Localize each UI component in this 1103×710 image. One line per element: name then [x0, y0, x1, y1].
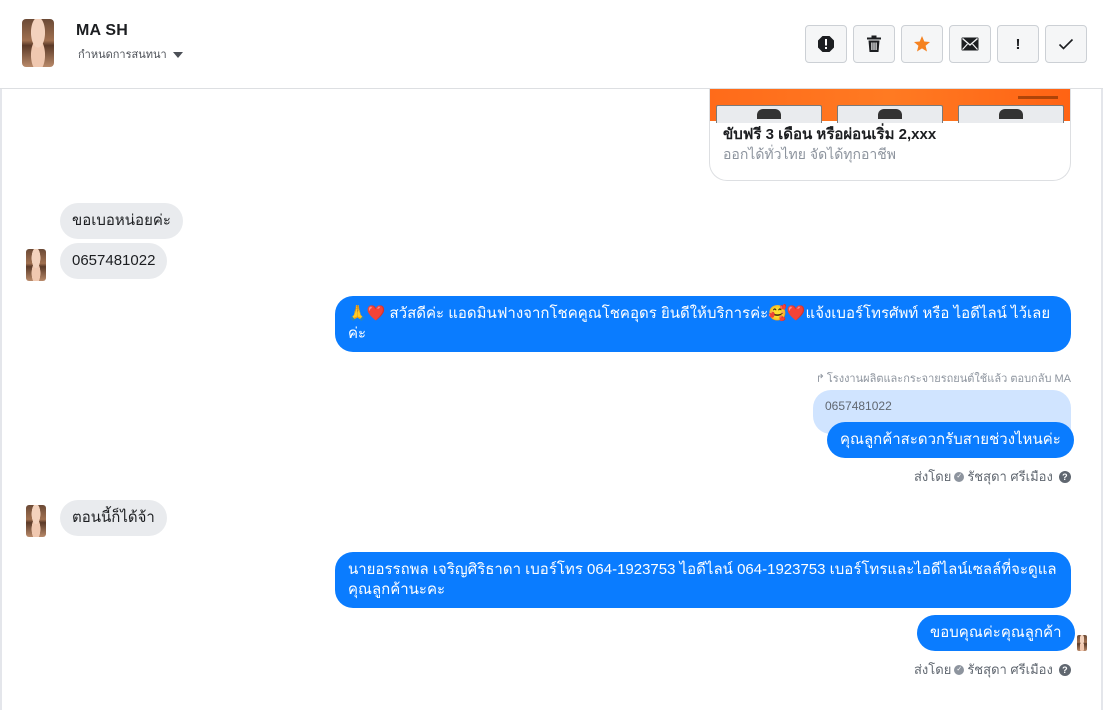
sent-by-label: ส่งโดย — [914, 662, 952, 677]
reply-context: ↱ โรงงานผลิตและกระจายรถยนต์ใช้แล้ว ตอบกล… — [816, 369, 1071, 387]
exclamation-icon: ! — [1015, 35, 1021, 53]
incoming-message[interactable]: ขอเบอหน่อยค่ะ — [60, 203, 183, 239]
sender-name[interactable]: รัชสุดา ศรีเมือง — [967, 659, 1053, 680]
fine-print — [1018, 96, 1058, 99]
outgoing-message[interactable]: คุณลูกค้าสะดวกรับสายช่วงไหนค่ะ — [827, 422, 1074, 458]
delete-button[interactable] — [853, 25, 895, 63]
sender-name[interactable]: รัชสุดา ศรีเมือง — [967, 466, 1053, 487]
incoming-message[interactable]: 0657481022 — [60, 243, 168, 279]
link-preview-image — [710, 89, 1070, 123]
sent-by-info: ส่งโดย ✓ รัชสุดา ศรีเมือง ? — [914, 659, 1071, 680]
seen-avatar — [1077, 635, 1087, 651]
check-circle-icon: ✓ — [954, 471, 965, 482]
left-border — [0, 89, 2, 710]
checkmark-icon — [1058, 38, 1074, 50]
spam-button[interactable] — [805, 25, 847, 63]
outgoing-message[interactable]: นายอรรถพล เจริญศิริธาดา เบอร์โทร 064-192… — [335, 552, 1071, 608]
conversation-header: MA SH กำหนดการสนทนา ! — [0, 0, 1103, 89]
reply-context-text: โรงงานผลิตและกระจายรถยนต์ใช้แล้ว ตอบกลับ… — [826, 373, 1071, 385]
assign-conversation-label: กำหนดการสนทนา — [78, 49, 167, 61]
reply-arrow-icon: ↱ — [815, 372, 825, 385]
contact-avatar[interactable] — [26, 249, 46, 281]
link-preview-card[interactable]: ขับฟรี 3 เดือน หรือผ่อนเริ่ม 2,xxx ออกได… — [709, 89, 1071, 181]
sent-by-info: ส่งโดย ✓ รัชสุดา ศรีเมือง ? — [914, 466, 1071, 487]
mark-important-button[interactable]: ! — [997, 25, 1039, 63]
chevron-down-icon — [172, 51, 183, 58]
incoming-message[interactable]: ตอนนี้ก็ได้จ้า — [60, 500, 167, 536]
quoted-message-text: 0657481022 — [825, 399, 892, 413]
help-icon[interactable]: ? — [1058, 470, 1071, 483]
conversation-toolbar: ! — [805, 25, 1087, 63]
star-button[interactable] — [901, 25, 943, 63]
mark-done-button[interactable] — [1045, 25, 1087, 63]
mark-unread-button[interactable] — [949, 25, 991, 63]
link-preview-description: ออกได้ทั่วไทย จัดได้ทุกอาชีพ — [723, 146, 897, 162]
contact-name[interactable]: MA SH — [76, 22, 128, 40]
check-circle-icon: ✓ — [954, 664, 965, 675]
alert-octagon-icon — [818, 36, 834, 52]
star-icon — [914, 36, 930, 52]
assign-conversation-dropdown[interactable]: กำหนดการสนทนา — [78, 45, 183, 63]
outgoing-message[interactable]: 🙏❤️ สวัสดีค่ะ แอดมินฟางจากโชคคูณโชคอุดร … — [335, 296, 1071, 352]
vehicle-thumb — [837, 105, 943, 123]
sent-by-label: ส่งโดย — [914, 469, 952, 484]
contact-avatar[interactable] — [26, 505, 46, 537]
vehicle-thumb — [716, 105, 822, 123]
trash-icon — [867, 35, 881, 52]
help-icon[interactable]: ? — [1058, 663, 1071, 676]
contact-avatar[interactable] — [22, 19, 54, 67]
link-preview-title: ขับฟรี 3 เดือน หรือผ่อนเริ่ม 2,xxx — [723, 126, 937, 143]
vehicle-thumb — [958, 105, 1064, 123]
envelope-icon — [961, 37, 979, 51]
outgoing-message[interactable]: ขอบคุณค่ะคุณลูกค้า — [917, 615, 1075, 651]
